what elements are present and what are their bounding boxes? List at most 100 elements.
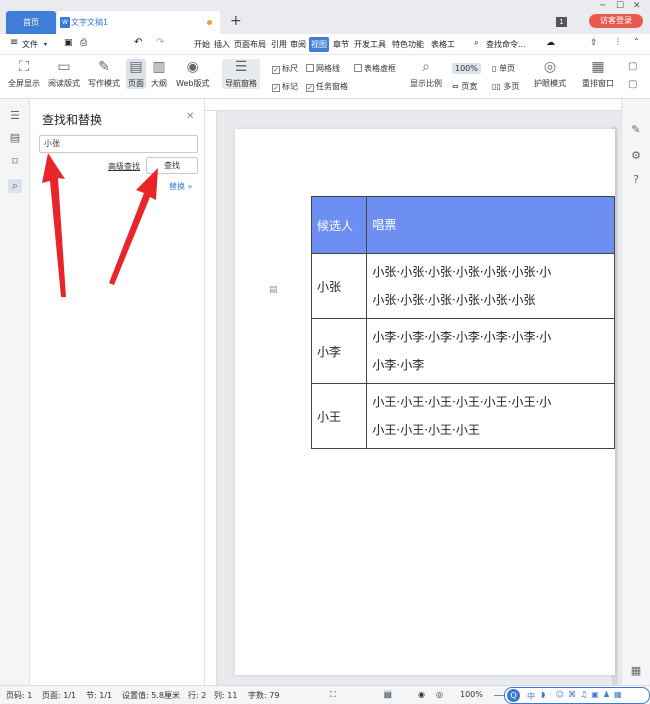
menu-start[interactable]: 开始 <box>194 39 210 50</box>
zoom-button[interactable]: ⌕ 显示比例 <box>410 59 442 89</box>
candidate-cell[interactable]: 小王 <box>310 383 368 449</box>
ime-tools-icon[interactable]: ◗·☺⌘♫▣♟▦ <box>541 690 626 699</box>
status-words[interactable]: 字数: 79 <box>248 690 279 701</box>
header-cell[interactable]: 候选人 <box>310 196 368 254</box>
task-pane-checkbox[interactable]: ✓ 任务窗格 <box>306 81 348 92</box>
page-width-button[interactable]: ⇔ 页宽 <box>452 81 477 92</box>
maximize-icon[interactable]: ☐ <box>616 1 624 11</box>
tab-home[interactable]: 首页 <box>6 11 56 34</box>
ruler-checkbox[interactable]: ✓ 标尺 <box>272 63 298 74</box>
ime-toolbar[interactable]: Q 中 ◗·☺⌘♫▣♟▦ <box>504 687 650 704</box>
minimize-icon[interactable]: ─ <box>600 1 605 11</box>
edit-pen-icon[interactable]: ✎ <box>629 123 643 137</box>
marks-label: 标记 <box>282 82 298 91</box>
votes-cell[interactable]: 小张·小张·小张·小张·小张·小张·小 小张·小张·小张·小张·小张·小张 <box>366 253 615 319</box>
new-tab-button[interactable]: + <box>230 13 242 29</box>
window-icon[interactable]: ▢ <box>628 79 637 90</box>
menu-insert[interactable]: 插入 <box>214 39 230 50</box>
table-gridlines-checkbox[interactable]: 表格虚框 <box>354 63 396 74</box>
window-icon[interactable]: ▢ <box>628 61 637 72</box>
reading-layout-button[interactable]: ▭ 阅读版式 <box>48 59 80 89</box>
collapse-ribbon-icon[interactable]: ⌃ <box>633 37 640 46</box>
web-layout-button[interactable]: ◉ Web版式 <box>176 59 209 89</box>
single-page-button[interactable]: ▯ 单页 <box>492 63 515 74</box>
table-header-row: 候选人 唱票 <box>310 196 615 254</box>
page-width-label: 页宽 <box>461 82 478 91</box>
outline-list-icon[interactable]: ☰ <box>8 109 22 123</box>
zoom-100-button[interactable]: 100% <box>452 63 481 74</box>
header-cell[interactable]: 唱票 <box>366 196 615 254</box>
find-button[interactable]: 查找 <box>146 157 198 174</box>
multi-page-button[interactable]: ▯▯ 多页 <box>492 81 519 92</box>
document-icon[interactable]: ▤ <box>8 131 22 145</box>
ime-mode[interactable]: 中 <box>527 691 535 702</box>
bookmark-icon[interactable]: ⌑ <box>8 155 22 169</box>
apps-grid-icon[interactable]: ▦ <box>629 664 643 678</box>
visitor-login-button[interactable]: 访客登录 <box>589 14 643 28</box>
rearrange-window-label: 重排窗口 <box>582 79 614 88</box>
status-row[interactable]: 行: 2 <box>188 690 206 701</box>
writing-mode-button[interactable]: ✎ 写作模式 <box>88 59 120 89</box>
candidate-cell[interactable]: 小张 <box>310 253 368 319</box>
close-icon[interactable]: ✕ <box>633 1 641 11</box>
outline-button[interactable]: ▥ 大纲 <box>151 59 167 89</box>
menu-review[interactable]: 审阅 <box>290 39 306 50</box>
find-replace-icon[interactable]: ⌕ <box>8 179 22 193</box>
more-icon[interactable]: ⋮ <box>614 37 622 46</box>
status-pages[interactable]: 页面: 1/1 <box>42 690 76 701</box>
menu-chapter[interactable]: 章节 <box>333 39 349 50</box>
hamburger-icon[interactable]: ≡ <box>10 37 18 48</box>
document-canvas[interactable]: ▤ 候选人 唱票 小张 小张·小张·小张·小张·小张·小张·小 小张·小张·小张·… <box>205 99 621 686</box>
command-search[interactable]: 查找命令... <box>486 39 526 50</box>
menu-features[interactable]: 特色功能 <box>392 39 424 50</box>
help-icon[interactable]: ? <box>629 173 643 187</box>
menu-developer[interactable]: 开发工具 <box>354 39 386 50</box>
close-icon[interactable]: ✕ <box>186 111 194 122</box>
replace-link[interactable]: 替换 » <box>169 181 192 192</box>
share-icon[interactable]: ⇪ <box>590 38 598 48</box>
ruler-label: 标尺 <box>282 64 298 73</box>
redo-icon[interactable]: ↷ <box>156 37 164 48</box>
horizontal-ruler[interactable] <box>205 99 621 111</box>
single-page-icon: ▯ <box>492 64 497 73</box>
candidate-cell[interactable]: 小李 <box>310 318 368 384</box>
marks-checkbox[interactable]: ✓ 标记 <box>272 81 298 92</box>
menu-file[interactable]: 文件 <box>22 39 38 50</box>
web-layout-label: Web版式 <box>176 79 210 88</box>
status-section[interactable]: 节: 1/1 <box>86 690 112 701</box>
status-page-no[interactable]: 页码: 1 <box>6 690 32 701</box>
vote-table[interactable]: 候选人 唱票 小张 小张·小张·小张·小张·小张·小张·小 小张·小张·小张·小张… <box>310 196 615 449</box>
votes-cell[interactable]: 小李·小李·小李·小李·小李·小李·小 小李·小李 <box>366 318 615 384</box>
zoom-value[interactable]: 100% <box>460 690 483 699</box>
menu-table-tools[interactable]: 表格工 <box>431 39 461 50</box>
undo-icon[interactable]: ↶ <box>134 37 142 48</box>
votes-cell[interactable]: 小王·小王·小王·小王·小王·小王·小 小王·小王·小王·小王 <box>366 383 615 449</box>
search-input-value: 小张 <box>44 139 60 148</box>
cloud-icon[interactable]: ☁ <box>546 38 555 48</box>
save-icon[interactable]: ▣ <box>64 38 73 48</box>
vertical-ruler[interactable] <box>205 111 217 685</box>
fullscreen-button[interactable]: ⛶ 全屏显示 <box>8 59 40 89</box>
focus-mode-icon[interactable]: ⛶ <box>330 690 336 700</box>
nav-pane-button[interactable]: ☰ 导航窗格 <box>222 59 260 89</box>
tab-document[interactable]: W 文字文稿1 <box>57 11 220 34</box>
status-setting[interactable]: 设置值: 5.8厘米 <box>122 690 180 701</box>
paragraph-layout-icon[interactable]: ▤ <box>269 285 278 295</box>
menu-layout[interactable]: 页面布局 <box>234 39 266 50</box>
gridlines-checkbox[interactable]: 网格线 <box>306 63 340 74</box>
print-icon[interactable]: ⎙ <box>80 38 87 48</box>
document-page[interactable]: ▤ 候选人 唱票 小张 小张·小张·小张·小张·小张·小张·小 小张·小张·小张·… <box>235 129 615 675</box>
advanced-find-link[interactable]: 高级查找 <box>108 161 140 172</box>
writing-mode-label: 写作模式 <box>88 79 120 88</box>
menu-view[interactable]: 视图 <box>309 37 329 52</box>
eye-mode-button[interactable]: ◎ 护眼模式 <box>534 59 566 89</box>
search-input[interactable]: 小张 <box>39 135 198 153</box>
status-col[interactable]: 列: 11 <box>214 690 237 701</box>
settings-sliders-icon[interactable]: ⚙ <box>629 149 643 163</box>
rearrange-window-button[interactable]: ▦ 重排窗口 <box>582 59 614 89</box>
page-view-button[interactable]: ▤ 页面 <box>126 59 146 89</box>
web-view-icon[interactable]: ◉ <box>418 690 425 699</box>
eye-icon[interactable]: ◎ <box>436 690 443 699</box>
menu-reference[interactable]: 引用 <box>271 39 287 50</box>
page-view-icon[interactable]: ▤ <box>384 690 392 699</box>
